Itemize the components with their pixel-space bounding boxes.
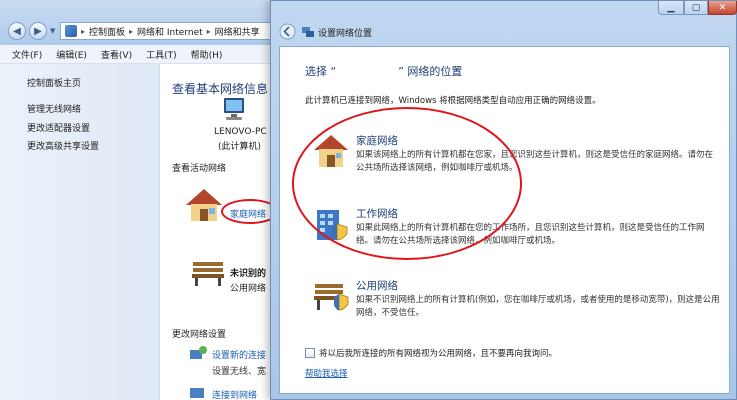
menu-tools[interactable]: 工具(T): [146, 48, 177, 61]
breadcrumb-network-sharing[interactable]: 网络和共享: [215, 25, 260, 38]
close-button[interactable]: ✕: [708, 1, 737, 15]
option-home-name[interactable]: 家庭网络: [356, 133, 398, 148]
treat-all-public-checkbox[interactable]: [305, 348, 315, 358]
sidebar-item-advanced-sharing[interactable]: 更改高级共享设置: [27, 139, 99, 152]
option-work-network[interactable]: 工作网络 如果此网络上的所有计算机都在您的工作场所，且您识别这些计算机，则这是受…: [313, 206, 733, 251]
computer-label: (此计算机): [218, 142, 262, 152]
chevron-right-icon: ▸: [129, 26, 134, 36]
page-title: 查看基本网络信息: [172, 82, 269, 96]
menu-view[interactable]: 查看(V): [101, 48, 132, 61]
new-connection-icon: [190, 346, 207, 359]
back-arrow-icon[interactable]: ◀: [8, 22, 26, 40]
menu-edit[interactable]: 编辑(E): [56, 48, 87, 61]
dialog-heading: 选择 “ ” 网络的位置: [305, 63, 462, 79]
help-me-choose-link[interactable]: 帮助我选择: [305, 367, 348, 379]
heading-suffix: ” 网络的位置: [398, 65, 463, 78]
setup-new-connection-desc: 设置无线、宽: [212, 367, 267, 377]
main-content: 查看基本网络信息 LENOVO-PC (此计算机) 查看活动网络 家庭网络 未识…: [160, 64, 280, 400]
menu-file[interactable]: 文件(F): [12, 48, 42, 61]
house-icon[interactable]: [184, 187, 224, 223]
park-bench-icon: [192, 262, 224, 286]
option-public-desc: 如果不识别网络上的所有计算机(例如，您在咖啡厅或机场，或者使用的是移动宽带)，则…: [356, 295, 720, 318]
sidebar: 控制面板主页 管理无线网络 更改适配器设置 更改高级共享设置: [0, 64, 160, 400]
unknown-network-title: 未识别的: [230, 269, 267, 279]
back-arrow-icon[interactable]: [279, 23, 296, 40]
option-home-network[interactable]: 家庭网络 如果该网络上的所有计算机都在您家，且您识别这些计算机，则这是受信任的家…: [313, 133, 733, 178]
history-dropdown-icon[interactable]: ▼: [50, 27, 55, 35]
navigation-buttons: ◀ ▶ ▼: [8, 22, 55, 40]
control-panel-icon: [65, 25, 77, 37]
change-settings-title: 更改网络设置: [172, 330, 227, 340]
treat-all-public-label[interactable]: 将以后我所连接的所有网络视为公用网络，且不要再向我询问。: [319, 347, 557, 359]
heading-prefix: 选择 “: [305, 65, 337, 78]
home-network-link[interactable]: 家庭网络: [230, 207, 266, 220]
computer-name: LENOVO-PC: [214, 127, 267, 137]
option-public-name[interactable]: 公用网络: [356, 278, 398, 293]
network-location-dialog: 设置网络位置 ▁ ▢ ✕ 选择 “ ” 网络的位置 此计算机已连接到网络，Wind…: [270, 0, 737, 400]
maximize-button[interactable]: ▢: [684, 1, 708, 15]
computer-icon: [224, 98, 244, 120]
chevron-right-icon: ▸: [206, 26, 211, 36]
dialog-title: 设置网络位置: [318, 29, 373, 39]
active-networks-title: 查看活动网络: [172, 164, 227, 174]
minimize-button[interactable]: ▁: [658, 1, 684, 15]
dialog-content: 选择 “ ” 网络的位置 此计算机已连接到网络，Windows 将根据网络类型自动…: [279, 46, 730, 394]
option-public-network[interactable]: 公用网络 如果不识别网络上的所有计算机(例如，您在咖啡厅或机场，或者使用的是移动…: [313, 278, 733, 323]
house-icon: [314, 135, 348, 167]
menu-help[interactable]: 帮助(H): [191, 48, 223, 61]
sidebar-item-adapter-settings[interactable]: 更改适配器设置: [27, 121, 90, 134]
connect-to-network-link[interactable]: 连接到网络: [212, 388, 257, 400]
breadcrumb-network-internet[interactable]: 网络和 Internet: [137, 25, 203, 38]
option-home-desc: 如果该网络上的所有计算机都在您家，且您识别这些计算机，则这是受信任的家庭网络。请…: [356, 150, 714, 173]
option-work-desc: 如果此网络上的所有计算机都在您的工作场所，且您识别这些计算机，则这是受信任的工作…: [356, 223, 705, 246]
office-building-icon: [317, 210, 348, 241]
address-bar[interactable]: ▸ 控制面板 ▸ 网络和 Internet ▸ 网络和共享: [60, 22, 275, 40]
park-bench-icon: [314, 284, 349, 311]
option-work-name[interactable]: 工作网络: [356, 206, 398, 221]
forward-arrow-icon[interactable]: ▶: [29, 22, 47, 40]
connect-network-icon: [190, 388, 204, 398]
chevron-right-icon: ▸: [81, 26, 86, 36]
setup-new-connection-link[interactable]: 设置新的连接: [212, 348, 266, 361]
treat-all-public-option[interactable]: 将以后我所连接的所有网络视为公用网络，且不要再向我询问。: [305, 347, 557, 359]
sidebar-home-link[interactable]: 控制面板主页: [27, 76, 81, 89]
unknown-network-type[interactable]: 公用网络: [230, 281, 266, 294]
network-icon: [302, 27, 314, 37]
breadcrumb-control-panel[interactable]: 控制面板: [89, 25, 125, 38]
dialog-intro: 此计算机已连接到网络，Windows 将根据网络类型自动应用正确的网络设置。: [305, 96, 601, 106]
sidebar-item-manage-wireless[interactable]: 管理无线网络: [27, 102, 81, 115]
